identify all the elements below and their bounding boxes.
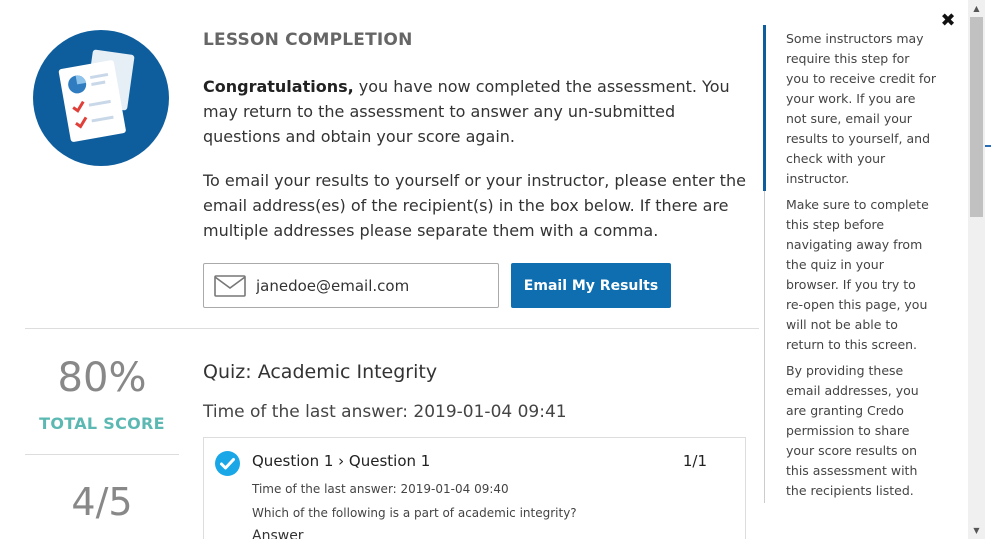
congrats-label: Congratulations, [203, 77, 354, 96]
side-note-permission: By providing these email addresses, you … [786, 363, 919, 498]
email-field[interactable] [203, 263, 499, 308]
side-note-credit: Some instructors may require this step f… [786, 31, 937, 186]
quiz-title: Quiz: Academic Integrity [203, 361, 438, 383]
side-note-accent [763, 25, 766, 191]
lesson-completion-modal: LESSON COMPLETION Congratulations, you h… [0, 0, 968, 539]
side-note-rule [764, 191, 765, 503]
scroll-up-arrow[interactable]: ▲ [968, 0, 985, 17]
question-score: 1/1 [682, 452, 707, 470]
quiz-last-answer-time: Time of the last answer: 2019-01-04 09:4… [203, 402, 567, 422]
total-score-label: TOTAL SCORE [39, 414, 165, 433]
intro-text: Congratulations, you have now completed … [203, 74, 748, 149]
score-fraction: 4/5 [71, 480, 133, 524]
question-title: Question 1 › Question 1 [252, 452, 431, 470]
page-title: LESSON COMPLETION [203, 30, 413, 50]
scroll-thumb[interactable] [970, 17, 983, 217]
question-card: Question 1 › Question 1 1/1 Time of the … [203, 437, 746, 539]
divider [25, 328, 759, 329]
scroll-down-arrow[interactable]: ▼ [968, 522, 985, 539]
background-page-mark [985, 145, 991, 147]
email-input[interactable] [256, 276, 486, 295]
score-divider [25, 454, 179, 455]
email-results-button[interactable]: Email My Results [511, 263, 671, 308]
envelope-icon [214, 274, 246, 297]
scrollbar[interactable]: ▲ ▼ [968, 0, 985, 539]
total-score-percent: 80% [57, 355, 147, 401]
question-last-answer-time: Time of the last answer: 2019-01-04 09:4… [252, 482, 509, 496]
checkmark-circle-icon [215, 451, 240, 476]
close-icon[interactable]: ✖ [938, 10, 958, 31]
background-page-strip [985, 0, 991, 539]
answer-label: Answer [252, 528, 304, 539]
instructions-text: To email your results to yourself or you… [203, 171, 746, 240]
side-note-warning: Make sure to complete this step before n… [786, 197, 929, 352]
question-text: Which of the following is a part of acad… [252, 506, 577, 520]
report-document-icon [33, 30, 169, 166]
